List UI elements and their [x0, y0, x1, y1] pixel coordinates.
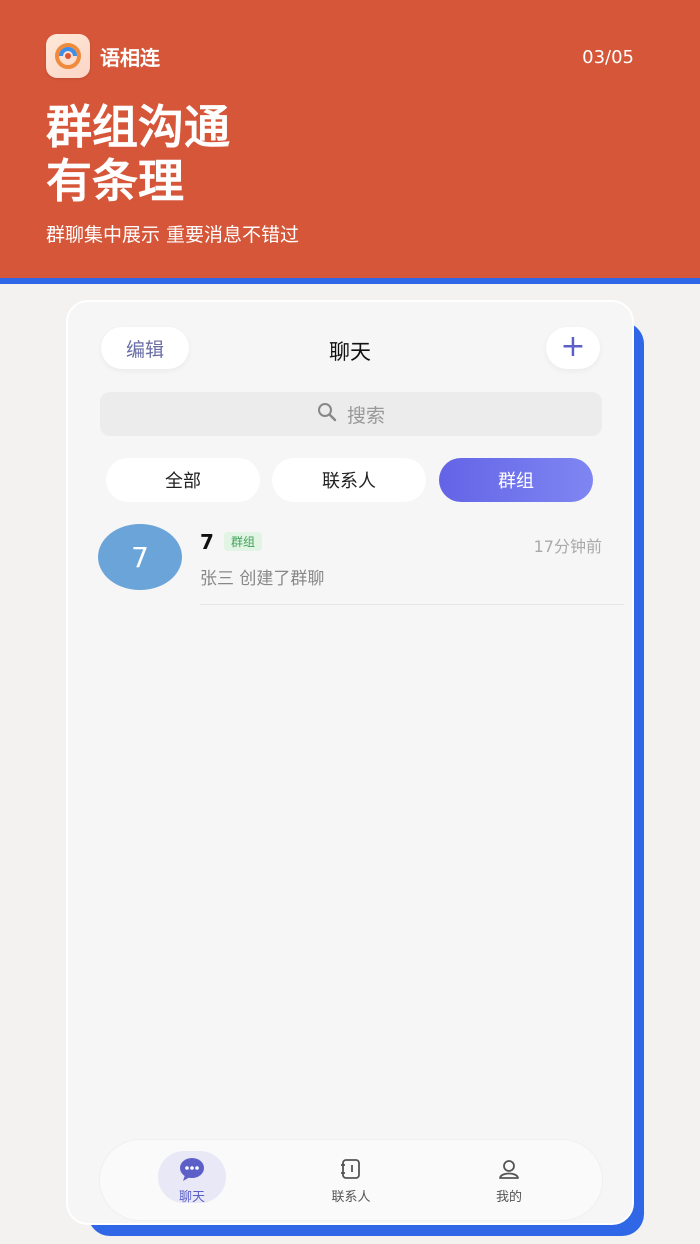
add-button[interactable]: + — [546, 327, 600, 369]
avatar: 7 — [98, 524, 182, 590]
list-item[interactable]: 7 7 群组 17分钟前 张三 创建了群聊 — [68, 520, 632, 606]
nav-item-contacts[interactable]: 联系人 — [306, 1154, 396, 1205]
headline-line-2: 有条理 — [46, 154, 184, 208]
nav-label-chat: 聊天 — [178, 1190, 205, 1205]
subtitle: 群聊集中展示 重要消息不错过 — [46, 224, 300, 246]
chat-preview: 张三 创建了群聊 — [200, 569, 325, 589]
page-counter: 03/05 — [582, 47, 634, 68]
search-placeholder: 搜索 — [346, 404, 385, 427]
app-logo-icon — [46, 34, 90, 78]
search-input[interactable]: 搜索 — [100, 392, 602, 436]
headline: 群组沟通 有条理 — [46, 100, 230, 208]
nav-item-profile[interactable]: 我的 — [464, 1154, 554, 1205]
app-name: 语相连 — [100, 45, 160, 70]
nav-label-contacts: 联系人 — [331, 1190, 371, 1205]
hero-banner: 语相连 03/05 群组沟通 有条理 群聊集中展示 重要消息不错过 — [0, 0, 700, 278]
divider — [200, 604, 624, 605]
tab-contacts[interactable]: 联系人 — [272, 458, 426, 502]
bottom-nav: 聊天 联系人 我的 — [100, 1140, 602, 1220]
chat-name: 7 — [200, 530, 214, 554]
hero-divider — [0, 278, 700, 284]
tab-all[interactable]: 全部 — [106, 458, 260, 502]
nav-label-profile: 我的 — [495, 1190, 522, 1205]
chat-icon — [177, 1154, 207, 1184]
search-icon — [317, 402, 337, 426]
group-badge: 群组 — [224, 532, 263, 551]
headline-line-1: 群组沟通 — [46, 100, 230, 154]
brand: 语相连 — [46, 34, 160, 78]
tab-groups[interactable]: 群组 — [439, 458, 593, 502]
contacts-icon — [336, 1154, 366, 1184]
profile-icon — [494, 1154, 524, 1184]
phone-screen: 编辑 聊天 + 搜索 全部 联系人 群组 7 7 群组 17分钟前 张三 创建了… — [66, 300, 634, 1225]
nav-item-chat[interactable]: 聊天 — [147, 1151, 237, 1205]
chat-time: 17分钟前 — [533, 537, 602, 556]
